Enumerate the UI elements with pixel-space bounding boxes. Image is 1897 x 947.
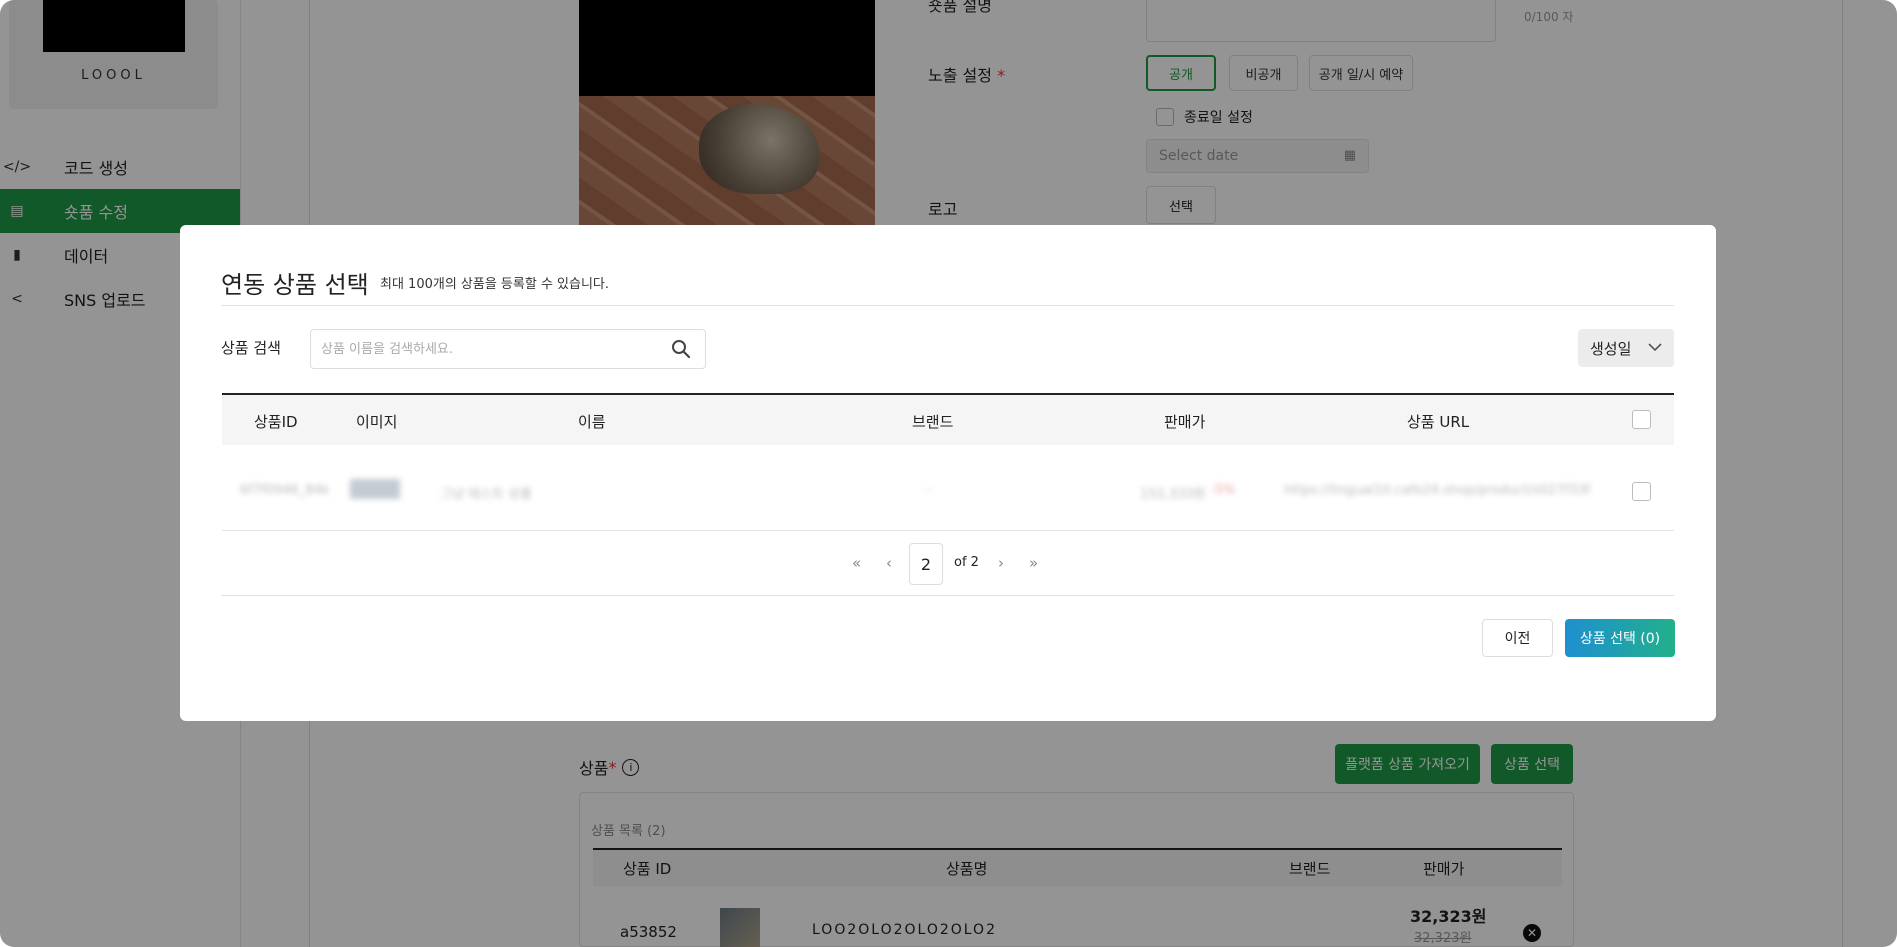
last-page-icon[interactable]: » [1029,554,1038,572]
search-box [310,329,706,369]
product-select-modal: 연동 상품 선택 최대 100개의 상품을 등록할 수 있습니다. 상품 검색 … [180,225,1716,721]
column-header-image: 이미지 [356,413,398,431]
column-header-brand: 브랜드 [912,413,954,431]
row-product-image [350,479,400,499]
prev-button[interactable]: 이전 [1482,619,1553,657]
column-header-url: 상품 URL [1407,413,1470,431]
table-row[interactable]: 6f7f0946_84k 그냥 테스트 상품 - 152,333원 -5% ht… [222,445,1674,531]
row-product-price: 152,333원 [1140,487,1206,502]
modal-divider [221,305,1674,306]
first-page-icon[interactable]: « [852,554,861,572]
search-icon[interactable] [671,339,691,359]
chevron-down-icon [1648,343,1662,352]
row-product-url: https://lingual10.cafe24.shop/product/s0… [1284,483,1591,498]
row-product-brand: - [926,483,931,498]
row-product-discount: -5% [1210,483,1236,498]
search-label: 상품 검색 [221,339,281,357]
row-checkbox[interactable] [1632,482,1651,501]
row-product-name: 그냥 테스트 상품 [440,487,532,502]
sort-select[interactable]: 생성일 [1578,329,1674,367]
sort-value: 생성일 [1590,339,1632,358]
next-page-icon[interactable]: › [998,554,1004,572]
table-header: 상품ID 이미지 이름 브랜드 판매가 상품 URL [222,393,1674,445]
confirm-select-button[interactable]: 상품 선택 (0) [1565,619,1675,657]
page-total: of 2 [954,555,979,570]
modal-title: 연동 상품 선택 [221,271,369,299]
app-frame: LOOOL </> 코드 생성 ▤ 숏품 수정 ▮ 데이터 < SNS 업로드 [0,0,1897,947]
column-header-name: 이름 [578,413,606,431]
modal-subtitle: 최대 100개의 상품을 등록할 수 있습니다. [380,277,610,292]
pager-divider [221,595,1674,596]
page-number-input[interactable]: 2 [909,543,943,585]
row-product-id: 6f7f0946_84k [240,483,330,498]
prev-page-icon[interactable]: ‹ [886,554,892,572]
select-all-checkbox[interactable] [1632,410,1651,429]
column-header-price: 판매가 [1164,413,1206,431]
search-input[interactable] [311,330,641,368]
column-header-id: 상품ID [254,413,298,431]
